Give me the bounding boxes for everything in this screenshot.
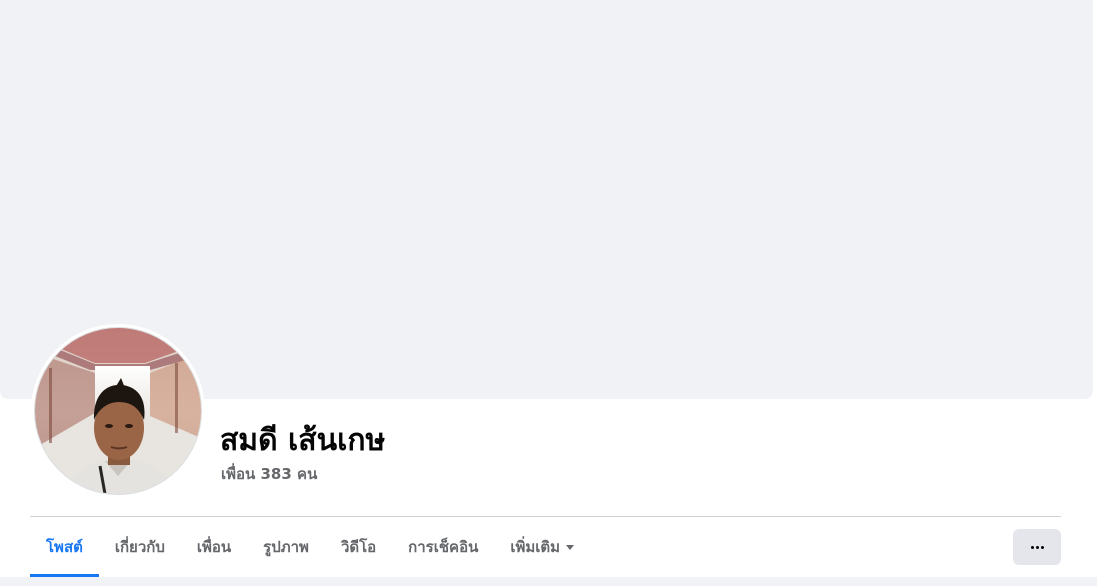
tab-label: รูปภาพ <box>263 538 309 556</box>
profile-picture-ring[interactable] <box>31 324 205 498</box>
tab-friends[interactable]: เพื่อน <box>181 517 247 577</box>
tab-label: เกี่ยวกับ <box>114 538 165 556</box>
profile-name: สมดี เส้นเกษ <box>220 423 386 458</box>
profile-page: สมดี เส้นเกษ เพื่อน 383 คน โพสต์ เกี่ยวก… <box>0 0 1097 586</box>
tab-label: เพื่อน <box>196 538 232 556</box>
tab-about[interactable]: เกี่ยวกับ <box>99 517 181 577</box>
profile-picture[interactable] <box>34 327 202 495</box>
ellipsis-icon <box>1030 545 1044 549</box>
tab-photos[interactable]: รูปภาพ <box>247 517 325 577</box>
tab-videos[interactable]: วิดีโอ <box>325 517 392 577</box>
tab-label: โพสต์ <box>46 538 83 556</box>
feed-background <box>0 577 1097 586</box>
tab-label: วิดีโอ <box>340 538 377 556</box>
friend-count-link[interactable]: เพื่อน 383 คน <box>221 464 317 484</box>
tab-posts[interactable]: โพสต์ <box>30 517 99 577</box>
profile-photo-image <box>35 328 201 494</box>
more-options-button[interactable] <box>1013 529 1061 565</box>
tab-check-ins[interactable]: การเช็คอิน <box>392 517 494 577</box>
profile-tabs: โพสต์ เกี่ยวกับ เพื่อน รูปภาพ วิดีโอ การ… <box>30 517 590 577</box>
tab-more[interactable]: เพิ่มเติม <box>494 517 590 577</box>
caret-down-icon <box>566 544 575 550</box>
tab-label: เพิ่มเติม <box>510 538 561 556</box>
tab-label: การเช็คอิน <box>408 538 479 556</box>
